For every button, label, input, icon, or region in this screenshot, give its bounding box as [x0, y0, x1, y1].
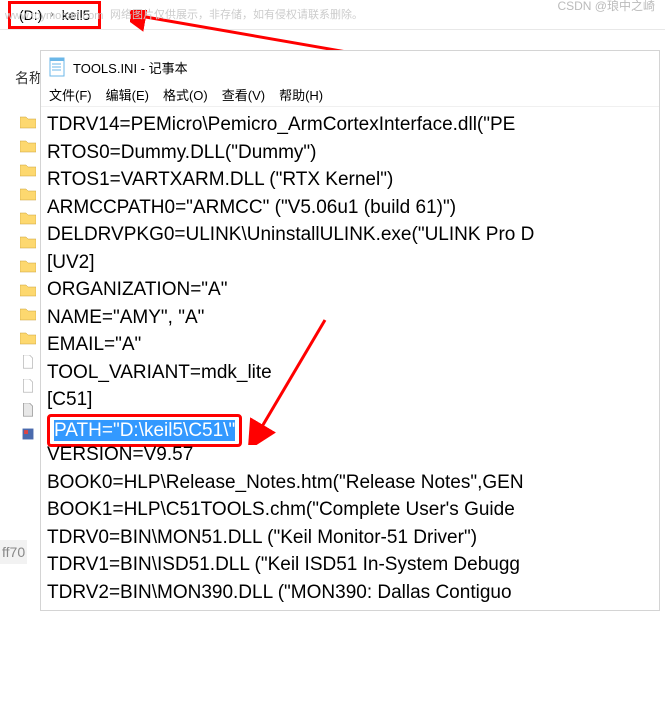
- folder-icon: [20, 307, 36, 321]
- file-icon: [20, 355, 36, 369]
- text-line: [UV2]: [47, 249, 653, 277]
- folder-icon: [20, 115, 36, 129]
- menu-view[interactable]: 查看(V): [220, 85, 267, 104]
- folder-icon: [20, 187, 36, 201]
- text-line: [C51]: [47, 386, 653, 414]
- notepad-window: TOOLS.INI - 记事本 文件(F) 编辑(E) 格式(O) 查看(V) …: [40, 50, 660, 611]
- menu-help[interactable]: 帮助(H): [277, 85, 325, 104]
- footer-note: 网络图片仅供展示，非存储，如有侵权请联系删除。: [110, 6, 363, 22]
- text-line-highlighted: PATH="D:\keil5\C51\": [47, 414, 653, 442]
- menu-format[interactable]: 格式(O): [161, 85, 210, 104]
- uv-config-icon: [20, 427, 36, 441]
- text-line: TOOL_VARIANT=mdk_lite: [47, 359, 653, 387]
- watermark-domain: www.toymoban.com: [5, 10, 103, 22]
- file-icon: [20, 403, 36, 417]
- watermark-csdn: CSDN @琅中之崎: [557, 0, 655, 14]
- folder-icon: [20, 235, 36, 249]
- text-line: BOOK1=HLP\C51TOOLS.chm("Complete User's …: [47, 496, 653, 524]
- folder-icon: [20, 211, 36, 225]
- menu-edit[interactable]: 编辑(E): [104, 85, 151, 104]
- text-line: EMAIL="A": [47, 331, 653, 359]
- text-line: NAME="AMY", "A": [47, 304, 653, 332]
- text-line: VERSION=V9.57: [47, 441, 653, 469]
- column-header-name[interactable]: 名称: [15, 68, 43, 88]
- text-line: BOOK0=HLP\Release_Notes.htm("Release Not…: [47, 469, 653, 497]
- text-content[interactable]: TDRV14=PEMicro\Pemicro_ArmCortexInterfac…: [41, 107, 659, 610]
- text-line: ORGANIZATION="A": [47, 276, 653, 304]
- bg-fragment: ff70: [0, 540, 27, 564]
- menubar: 文件(F) 编辑(E) 格式(O) 查看(V) 帮助(H): [41, 83, 659, 107]
- titlebar[interactable]: TOOLS.INI - 记事本: [41, 51, 659, 83]
- file-icon: [20, 379, 36, 393]
- text-line: TDRV1=BIN\ISD51.DLL ("Keil ISD51 In-Syst…: [47, 551, 653, 579]
- bg-text: 根据: [0, 0, 30, 2]
- folder-icon: [20, 163, 36, 177]
- text-line: TDRV0=BIN\MON51.DLL ("Keil Monitor-51 Dr…: [47, 524, 653, 552]
- text-line: RTOS0=Dummy.DLL("Dummy"): [47, 139, 653, 167]
- explorer-sidebar-icons: [20, 115, 38, 441]
- folder-icon: [20, 259, 36, 273]
- selected-text: PATH="D:\keil5\C51\": [54, 420, 235, 441]
- text-line: TDRV14=PEMicro\Pemicro_ArmCortexInterfac…: [47, 111, 653, 139]
- text-line: TDRV2=BIN\MON390.DLL ("MON390: Dallas Co…: [47, 579, 653, 607]
- folder-icon: [20, 139, 36, 153]
- text-line: ARMCCPATH0="ARMCC" ("V5.06u1 (build 61)"…: [47, 194, 653, 222]
- notepad-icon: [49, 57, 65, 77]
- folder-icon: [20, 283, 36, 297]
- menu-file[interactable]: 文件(F): [47, 85, 94, 104]
- folder-icon: [20, 331, 36, 345]
- text-line: DELDRVPKG0=ULINK\UninstallULINK.exe("ULI…: [47, 221, 653, 249]
- window-title: TOOLS.INI - 记事本: [73, 58, 188, 77]
- text-line: RTOS1=VARTXARM.DLL ("RTX Kernel"): [47, 166, 653, 194]
